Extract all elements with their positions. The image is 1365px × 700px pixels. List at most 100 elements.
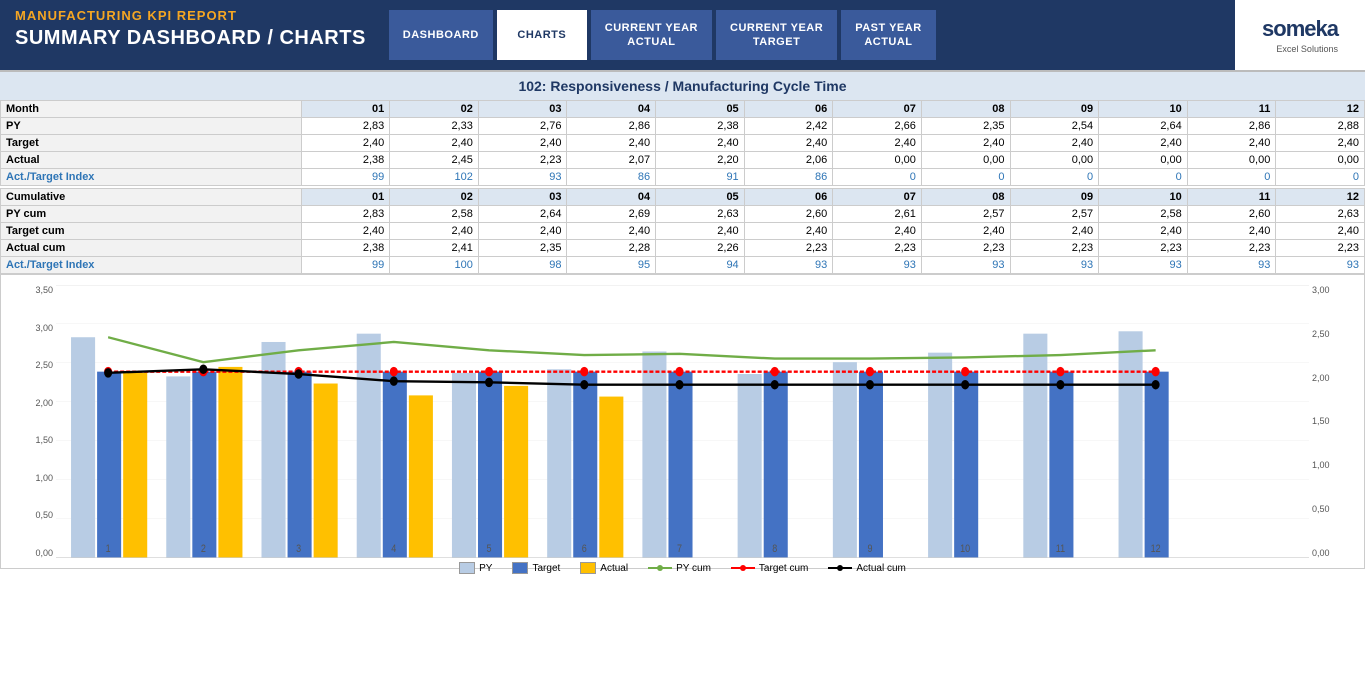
legend-py-cum-icon	[648, 562, 672, 574]
bar-py-7	[642, 351, 666, 558]
legend-py: PY	[459, 562, 492, 574]
chart-wrapper: 3,50 3,00 2,50 2,00 1,50 1,00 0,50 0,00	[21, 285, 1344, 558]
legend-py-cum: PY cum	[648, 562, 711, 574]
legend-py-cum-label: PY cum	[676, 563, 711, 574]
actual-dot	[199, 365, 207, 374]
target-dot	[961, 367, 969, 376]
bar-actual-6	[599, 397, 623, 558]
x-label: 11	[1056, 543, 1066, 555]
cumulative-table: Cumulative 010203 040506 070809 101112 P…	[0, 188, 1365, 274]
table-row: PY 2,832,332,76 2,862,382,42 2,662,352,5…	[1, 118, 1365, 135]
header-left: MANUFACTURING KPI REPORT SUMMARY DASHBOA…	[0, 0, 381, 70]
x-label: 6	[582, 543, 587, 555]
x-label: 5	[487, 543, 492, 555]
x-label: 10	[960, 543, 970, 555]
nav-charts[interactable]: CHARTS	[497, 10, 587, 60]
bar-target-3	[288, 372, 312, 558]
y-axis-right: 3,00 2,50 2,00 1,50 1,00 0,50 0,00	[1309, 285, 1344, 558]
bar-target-1	[97, 372, 121, 558]
actual-dot	[295, 369, 303, 378]
target-dot	[1152, 367, 1160, 376]
x-label: 3	[296, 543, 301, 555]
actual-dot	[675, 380, 683, 389]
data-tables: Month 010203 040506 070809 101112 PY 2,8…	[0, 100, 1365, 274]
legend-target-label: Target	[532, 563, 560, 574]
actual-dot	[866, 380, 874, 389]
target-dot	[771, 367, 779, 376]
table-row: Actual 2,382,452,23 2,072,202,06 0,000,0…	[1, 152, 1365, 169]
bar-target-7	[668, 372, 692, 558]
nav-current-year-actual[interactable]: CURRENT YEARACTUAL	[591, 10, 712, 60]
target-dot	[866, 367, 874, 376]
chart-title: 102: Responsiveness / Manufacturing Cycl…	[0, 70, 1365, 100]
legend-target-cum: Target cum	[731, 562, 808, 574]
bar-actual-5	[504, 386, 528, 558]
actual-dot	[961, 380, 969, 389]
chart-main: 1 2 3 4 5 6 7 8 9 10 11 12	[56, 285, 1309, 558]
bar-target-4	[383, 372, 407, 558]
bar-target-12	[1145, 372, 1169, 558]
table-row: Target cum 2,402,402,40 2,402,402,40 2,4…	[1, 223, 1365, 240]
actual-dot	[771, 380, 779, 389]
bar-py-1	[71, 337, 95, 558]
legend-actual: Actual	[580, 562, 628, 574]
legend-target-icon	[512, 562, 528, 574]
target-dot	[485, 367, 493, 376]
bar-target-6	[573, 372, 597, 558]
table-row: Target 2,402,402,40 2,402,402,40 2,402,4…	[1, 135, 1365, 152]
table-row-index: Act./Target Index 99102 9386 9186 00 00 …	[1, 169, 1365, 186]
actual-dot	[1152, 380, 1160, 389]
target-dot	[390, 367, 398, 376]
legend-actual-cum-label: Actual cum	[856, 563, 905, 574]
legend-actual-label: Actual	[600, 563, 628, 574]
nav-dashboard[interactable]: DASHBOARD	[389, 10, 493, 60]
legend-py-icon	[459, 562, 475, 574]
x-label: 1	[106, 543, 111, 555]
bar-py-2	[166, 376, 190, 558]
legend-actual-cum-icon	[828, 562, 852, 574]
x-label: 2	[201, 543, 206, 555]
x-label: 4	[391, 543, 396, 555]
bar-target-11	[1049, 372, 1073, 558]
chart-area: 3,50 3,00 2,50 2,00 1,50 1,00 0,50 0,00	[0, 274, 1365, 569]
bar-actual-1	[123, 373, 147, 558]
monthly-table: Month 010203 040506 070809 101112 PY 2,8…	[0, 100, 1365, 186]
legend-actual-cum: Actual cum	[828, 562, 905, 574]
logo-text: someka	[1262, 16, 1338, 42]
actual-dot	[485, 378, 493, 387]
bar-py-4	[357, 334, 381, 558]
bar-actual-2	[218, 367, 242, 558]
logo-sub: Excel Solutions	[1262, 44, 1338, 54]
bar-target-5	[478, 372, 502, 558]
bar-py-12	[1119, 331, 1143, 558]
table-row-index: Act./Target Index 99100 9895 9493 9393 9…	[1, 257, 1365, 274]
cumulative-header-row: Cumulative 010203 040506 070809 101112	[1, 189, 1365, 206]
target-dot	[1056, 367, 1064, 376]
report-title: MANUFACTURING KPI REPORT	[15, 8, 366, 23]
chart-svg: 1 2 3 4 5 6 7 8 9 10 11 12	[56, 285, 1309, 558]
logo: someka Excel Solutions	[1235, 0, 1365, 70]
bar-actual-4	[409, 395, 433, 558]
bar-py-10	[928, 353, 952, 558]
bar-target-2	[192, 372, 216, 558]
legend-target: Target	[512, 562, 560, 574]
table-row: Actual cum 2,382,412,35 2,282,262,23 2,2…	[1, 240, 1365, 257]
target-dot	[580, 367, 588, 376]
header: MANUFACTURING KPI REPORT SUMMARY DASHBOA…	[0, 0, 1365, 70]
monthly-header-row: Month 010203 040506 070809 101112	[1, 101, 1365, 118]
bar-target-9	[859, 372, 883, 558]
chart-legend: PY Target Actual PY cum Target cum Actua…	[21, 558, 1344, 578]
col-month: Month	[1, 101, 302, 118]
bar-actual-3	[314, 384, 338, 558]
actual-dot	[390, 376, 398, 385]
header-nav: DASHBOARD CHARTS CURRENT YEARACTUAL CURR…	[381, 0, 1235, 70]
nav-current-year-target[interactable]: CURRENT YEARTARGET	[716, 10, 837, 60]
bar-py-9	[833, 362, 857, 558]
nav-past-year-actual[interactable]: PAST YEARACTUAL	[841, 10, 935, 60]
x-label: 8	[772, 543, 777, 555]
table-row: PY cum 2,832,582,64 2,692,632,60 2,612,5…	[1, 206, 1365, 223]
bar-py-8	[738, 374, 762, 558]
actual-dot	[104, 368, 112, 377]
x-label: 9	[867, 543, 872, 555]
dashboard-title: SUMMARY DASHBOARD / CHARTS	[15, 27, 366, 50]
